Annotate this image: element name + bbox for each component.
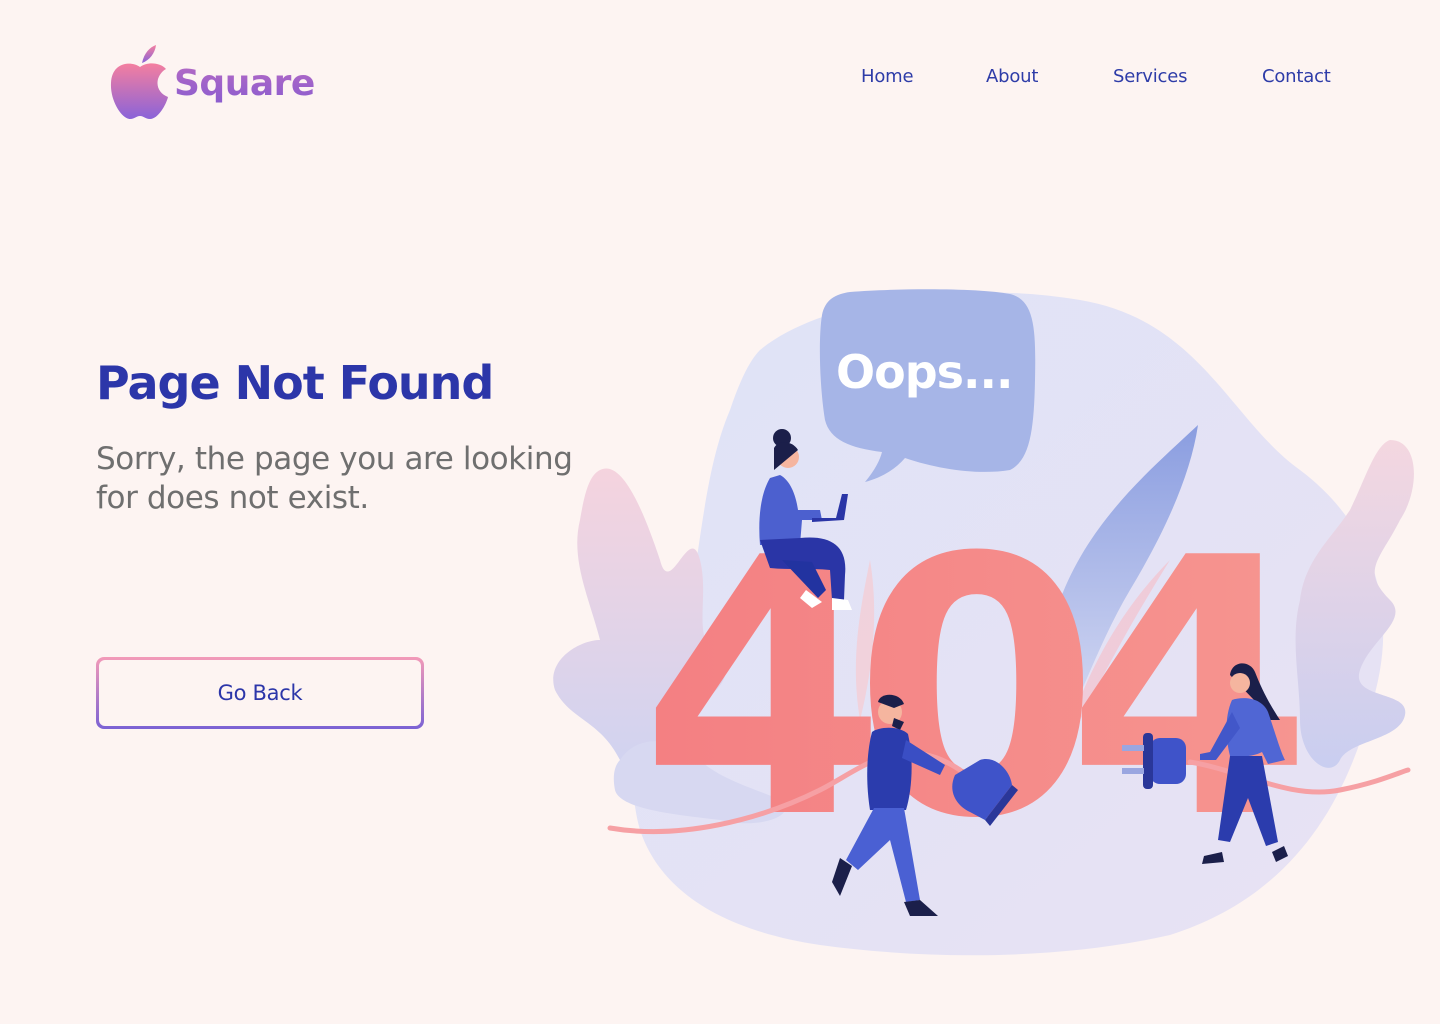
main-nav: Home About Services Contact (0, 66, 1440, 90)
page-title: Page Not Found (96, 356, 494, 410)
error-code-404: 404 (640, 482, 1299, 896)
error-404-illustration: Oops... 404 (553, 289, 1414, 956)
nav-about[interactable]: About (986, 66, 1038, 87)
oops-text: Oops... (836, 345, 1012, 399)
error-message: Sorry, the page you are looking for does… (96, 441, 573, 516)
nav-services[interactable]: Services (1113, 66, 1188, 87)
go-back-button[interactable]: Go Back (96, 657, 424, 729)
go-back-label: Go Back (99, 660, 421, 726)
nav-contact[interactable]: Contact (1262, 66, 1331, 87)
nav-home[interactable]: Home (861, 66, 914, 87)
